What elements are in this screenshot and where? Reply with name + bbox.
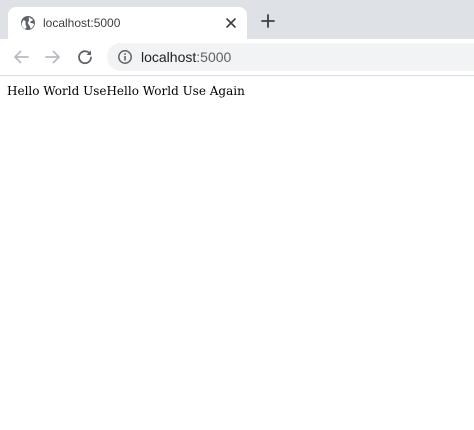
info-icon[interactable]	[117, 49, 133, 65]
page-text: Hello World UseHello World Use Again	[7, 84, 245, 98]
page-content: Hello World UseHello World Use Again	[0, 76, 474, 430]
reload-icon[interactable]	[76, 48, 94, 66]
tab-title: localhost:5000	[43, 16, 121, 30]
toolbar: localhost:5000	[0, 39, 474, 76]
arrow-left-icon[interactable]	[12, 48, 30, 66]
url-text[interactable]: localhost:5000	[141, 48, 231, 66]
globe-icon	[21, 16, 35, 30]
tab-localhost[interactable]: localhost:5000	[8, 7, 247, 39]
plus-icon[interactable]	[260, 13, 276, 29]
browser-window: localhost:5000 localhost:5000 Hello Worl…	[0, 0, 474, 430]
url-port: :5000	[196, 49, 232, 65]
arrow-right-icon[interactable]	[44, 48, 62, 66]
tab-strip: localhost:5000	[0, 0, 474, 39]
address-bar[interactable]: localhost:5000	[107, 43, 474, 71]
url-host: localhost	[141, 49, 197, 65]
close-icon[interactable]	[223, 15, 239, 31]
